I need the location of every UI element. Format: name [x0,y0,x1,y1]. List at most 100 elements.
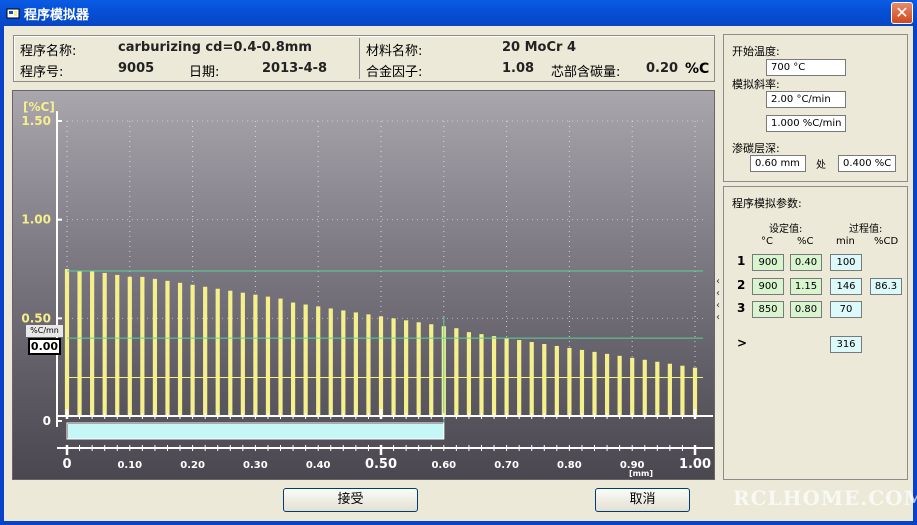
program-name-label: 程序名称: [20,44,77,59]
program-name-value: carburizing cd=0.4-0.8mm [118,40,312,55]
bar [64,269,70,417]
bar [454,328,459,417]
x-axis-label: [mm] [629,469,653,478]
info-divider [359,38,360,79]
col-pc-header: %C [797,236,814,247]
accept-button[interactable]: 接受 [283,488,418,512]
y-axis-label: [%C] [23,100,55,114]
rate-box: %C/mn 0.00 [26,325,63,359]
progress-fill [68,424,444,439]
x-tick-label: 0.30 [243,460,268,471]
rate-value: 0.00 [28,338,61,355]
x-tick-label: 0.60 [431,460,456,471]
bar [328,308,333,417]
bar [642,359,647,417]
col-c-header: °C [761,236,773,247]
bar [592,351,597,417]
close-button[interactable]: ✕ [891,2,913,24]
cancel-button[interactable]: 取消 [595,488,690,512]
bar [90,270,95,417]
bar [491,336,497,417]
row-3-carbon[interactable]: 0.80 [790,301,822,318]
bar [667,363,672,417]
bar [316,306,321,417]
bar [680,365,685,417]
bar [215,288,220,417]
bar [604,353,610,417]
program-no-label: 程序号: [20,65,64,80]
bar [265,296,271,417]
bar [655,361,660,417]
chart-svg: [%C]1.50 1.00 0.50 0 0 0.10 0.20 0.30 0.40 0.50 0.… [21,100,713,478]
bar [617,355,622,417]
bar [416,322,421,417]
bar [140,276,145,417]
bar [190,284,195,417]
bar [567,347,572,417]
collapse-arrow-icon[interactable]: ‹ [716,300,720,311]
alloy-value: 1.08 [502,61,535,76]
depth-input[interactable]: 0.60 mm [750,155,806,172]
slope-temp-input[interactable]: 2.00 °C/min [766,91,846,108]
row-2-temp[interactable]: 900 [752,278,784,295]
close-icon: ✕ [895,3,909,22]
row-2-pcd[interactable]: 86.3 [870,278,902,295]
window-title: 程序模拟器 [24,8,90,23]
row-1-carbon[interactable]: 0.40 [790,254,822,271]
row-1-temp[interactable]: 900 [752,254,784,271]
bar [165,280,170,417]
x-tick-label: 0.50 [365,457,397,472]
bar [102,272,107,417]
x-tick-label: 1.00 [679,457,711,472]
row-3-temp[interactable]: 850 [752,301,784,318]
watermark: RCLHOME.COM [733,486,917,510]
bar [115,274,120,417]
y-tick-label: 1.00 [21,213,51,227]
bar [228,290,233,417]
depth-label: 渗碳层深: [732,142,780,155]
row-2-min[interactable]: 146 [830,278,862,295]
x-tick-label: 0 [62,457,71,472]
bar [303,304,308,417]
core-carbon-label: 芯部含碳量: [551,65,621,80]
bar [127,276,132,417]
start-temp-input[interactable]: 700 °C [766,59,846,76]
bar [554,345,559,417]
collapse-arrow-icon[interactable]: ‹ [716,312,720,323]
set-label: 设定值: [769,224,803,235]
bar [77,270,82,417]
client-area: 程序名称: carburizing cd=0.4-0.8mm 程序号: 9005… [4,26,917,521]
row-2-num: 2 [737,278,746,292]
simulation-settings-panel: 开始温度: 700 °C 模拟斜率: 2.00 °C/min 1.000 %C/… [723,34,908,182]
bar [341,310,346,417]
params-title: 程序模拟参数: [732,197,802,210]
slope-carbon-input[interactable]: 1.000 %C/min [766,115,846,132]
total-min: 316 [830,336,862,353]
title-bar[interactable]: 程序模拟器 ✕ [0,0,917,26]
y-tick-label: 0.50 [21,311,51,325]
row-3-min[interactable]: 70 [830,301,862,318]
rate-label: %C/mn [26,325,63,337]
bar [466,332,472,417]
x-tick-label: 0.70 [494,460,519,471]
x-tick-label: 0.10 [117,460,142,471]
bar [278,298,283,417]
start-temp-label: 开始温度: [732,45,780,58]
x-tick-label: 0.40 [306,460,331,471]
collapse-arrow-icon[interactable]: ‹ [716,276,720,287]
y-tick-label: 0 [43,414,51,428]
col-min-header: min [836,236,855,247]
bar [517,340,522,417]
window-frame: 程序模拟器 ✕ 程序名称: carburizing cd=0.4-0.8mm 程… [0,0,917,525]
row-1-min[interactable]: 100 [830,254,862,271]
carbon-profile-chart: [%C] 1.50 1.00 0.50 0 0 0.10 0.20 0.30 0.40 0.50 0.… [12,90,715,480]
total-marker: > [737,336,748,350]
bar [203,286,208,417]
row-2-carbon[interactable]: 1.15 [790,278,822,295]
depth-carbon-input[interactable]: 0.400 %C [838,155,896,172]
program-no-value: 9005 [118,61,155,76]
collapse-arrow-icon[interactable]: ‹ [716,288,720,299]
date-label: 日期: [189,65,220,80]
bar [353,312,358,417]
bar [391,318,396,417]
